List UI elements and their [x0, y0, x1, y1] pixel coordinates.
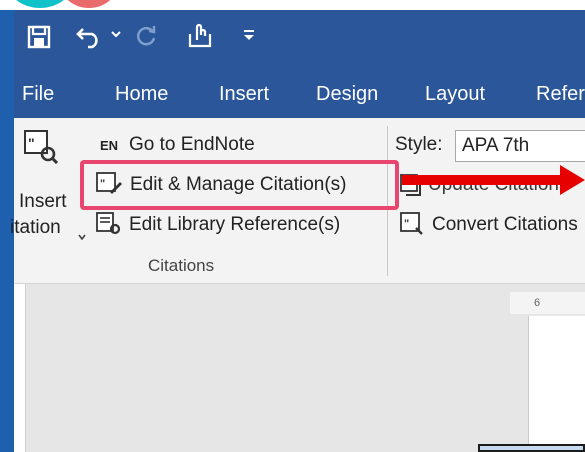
- tab-insert[interactable]: Insert: [219, 80, 269, 108]
- insert-citation-label-line2[interactable]: itation: [10, 216, 61, 240]
- edit-library-references-button[interactable]: Edit Library Reference(s): [129, 213, 340, 237]
- highlight-box: [80, 160, 399, 210]
- endnote-en-icon: EN: [100, 138, 119, 153]
- document-page[interactable]: [528, 316, 585, 452]
- document-area: 6: [14, 284, 585, 452]
- ruler-number: 6: [534, 297, 541, 309]
- red-arrow-shaft: [402, 175, 560, 185]
- tab-design[interactable]: Design: [316, 80, 378, 108]
- convert-citations-icon[interactable]: ": [400, 212, 426, 241]
- tab-references[interactable]: Refere: [536, 80, 585, 108]
- save-icon[interactable]: [27, 25, 51, 49]
- tab-layout[interactable]: Layout: [425, 80, 485, 108]
- undo-icon[interactable]: [76, 23, 104, 49]
- redo-icon[interactable]: [134, 24, 158, 48]
- undo-dropdown-chevron-icon[interactable]: [111, 30, 121, 38]
- insert-citation-icon[interactable]: ": [24, 130, 59, 169]
- go-to-endnote-button[interactable]: Go to EndNote: [129, 133, 255, 157]
- convert-citations-button[interactable]: Convert Citations: [432, 213, 578, 237]
- tab-file[interactable]: File: [22, 80, 54, 108]
- customize-qat-icon[interactable]: [243, 28, 255, 42]
- style-dropdown[interactable]: APA 7th: [455, 130, 585, 162]
- citations-group-label: Citations: [148, 256, 215, 275]
- bottom-thumbnail: [478, 444, 585, 452]
- style-dropdown-value: APA 7th: [462, 135, 530, 156]
- ribbon-tab-bar: File Home Insert Design Layout Refere: [14, 72, 585, 118]
- red-arrow-head: [560, 165, 585, 195]
- svg-text:": ": [28, 135, 35, 151]
- quick-access-toolbar: [14, 10, 585, 72]
- touch-mode-icon[interactable]: [186, 22, 214, 50]
- insert-citation-label-line1[interactable]: Insert: [19, 190, 67, 214]
- edit-library-reference-icon[interactable]: [96, 212, 122, 241]
- tab-home[interactable]: Home: [115, 80, 168, 108]
- chevron-down-icon[interactable]: [78, 227, 86, 245]
- svg-text:": ": [404, 218, 409, 230]
- vertical-ruler: [14, 284, 26, 452]
- style-label: Style:: [395, 134, 443, 155]
- horizontal-ruler: 6: [510, 292, 585, 314]
